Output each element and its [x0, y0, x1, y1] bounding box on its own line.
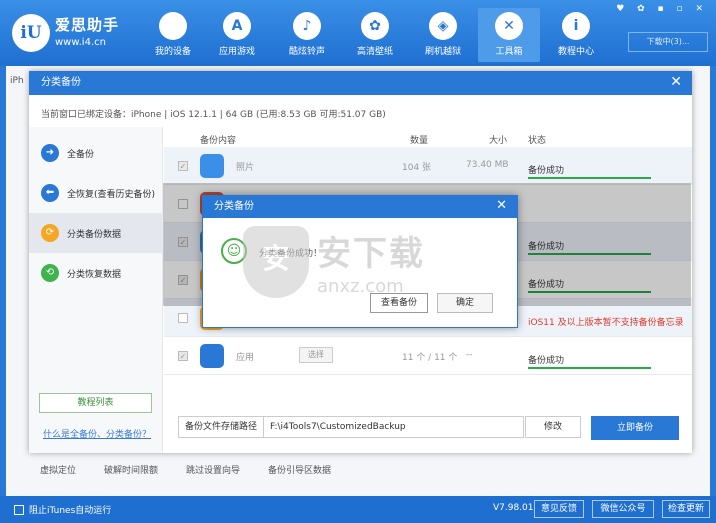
- window-controls[interactable]: ♥ ✿ ▪ ▫ ✕: [616, 4, 708, 14]
- nav-item-flower[interactable]: ✿ 高清壁纸: [344, 8, 406, 62]
- photos-icon: [200, 154, 224, 178]
- device-info: 当前窗口已绑定设备：iPhone | iOS 12.1.1 | 64 GB (已…: [41, 110, 386, 120]
- nav-item-label: 刷机越狱: [424, 47, 461, 57]
- box-icon: ◈: [429, 12, 457, 40]
- table-row[interactable]: ✓ 照片 104 张 73.40 MB 备份成功: [164, 147, 692, 185]
- nav-item-info[interactable]: i 教程中心: [545, 8, 607, 62]
- nav-item-label: 教程中心: [557, 47, 594, 57]
- tool-link[interactable]: 跳过设置向导: [186, 463, 240, 476]
- shield-icon: 安: [243, 226, 309, 298]
- row-size: 73.40 MB: [466, 160, 509, 170]
- feedback-button[interactable]: 意见反馈: [534, 500, 584, 518]
- nav-item-label: 高清壁纸: [356, 47, 393, 57]
- backup-path-value[interactable]: F:\i4Tools7\CustomizedBackup: [270, 417, 406, 437]
- nav-item-box[interactable]: ◈ 刷机越狱: [412, 8, 474, 62]
- sidebar-item-category-restore[interactable]: ⟲ 分类恢复数据: [29, 253, 163, 293]
- tools-icon: ✕: [495, 12, 523, 40]
- watermark-text-cn: 安下载: [317, 234, 425, 274]
- row-checkbox[interactable]: [178, 313, 188, 323]
- download-button[interactable]: 下载中(3)...: [628, 32, 708, 52]
- flower-icon: ✿: [361, 12, 389, 40]
- category-backup-icon: ⟳: [41, 224, 59, 242]
- nav-item-label: 我的设备: [154, 47, 191, 57]
- popup-title: 分类备份: [203, 196, 517, 218]
- background-tab: iPh: [10, 76, 24, 86]
- nav-item-label: 酷炫铃声: [288, 47, 325, 57]
- tool-link[interactable]: 虚拟定位: [40, 463, 76, 476]
- wechat-button[interactable]: 微信公众号: [592, 500, 654, 518]
- nav-item-label: 应用游戏: [218, 47, 255, 57]
- row-checkbox[interactable]: ✓: [178, 161, 188, 171]
- tutorial-list-button[interactable]: 教程列表: [39, 393, 152, 413]
- row-status: 备份成功: [528, 356, 565, 366]
- sidebar-item-label: 分类备份数据: [67, 229, 122, 240]
- arrow-left-icon: ⬅: [41, 184, 59, 202]
- arrow-right-icon: ➜: [41, 144, 59, 162]
- tool-link[interactable]: 破解时间限额: [104, 463, 158, 476]
- row-checkbox[interactable]: ✓: [178, 351, 188, 361]
- brand-name: 爱思助手: [55, 16, 120, 34]
- column-header-size: 大小: [489, 136, 508, 146]
- check-update-button[interactable]: 检查更新: [662, 500, 710, 518]
- column-header-status: 状态: [528, 136, 547, 146]
- what-is-backup-link[interactable]: 什么是全备份、分类备份？: [43, 427, 151, 440]
- tool-link[interactable]: 备份引导区数据: [268, 463, 331, 476]
- row-name: 照片: [236, 163, 255, 173]
- sidebar-item-label: 全备份: [67, 149, 95, 160]
- bell-icon: ♪: [293, 12, 321, 40]
- row-status: 备份成功: [528, 166, 565, 176]
- sidebar-item-label: 全恢复(查看历史备份): [67, 189, 156, 200]
- i4-logo: iU: [12, 14, 50, 52]
- brand-url: www.i4.cn: [55, 37, 106, 48]
- nav-item-apple[interactable]: 我的设备: [142, 8, 204, 62]
- nav-item-tools[interactable]: ✕ 工具箱: [478, 8, 540, 62]
- info-icon: i: [562, 12, 590, 40]
- row-status: iOS11 及以上版本暂不支持备份备忘录: [528, 318, 684, 328]
- row-size: --: [466, 350, 473, 360]
- sidebar-item-full-restore[interactable]: ⬅ 全恢复(查看历史备份): [29, 173, 163, 213]
- dialog-title: 分类备份: [29, 71, 692, 95]
- watermark: 安 安下载 anxz.com: [243, 226, 453, 306]
- sidebar-item-label: 分类恢复数据: [67, 269, 122, 280]
- column-header-count: 数量: [410, 136, 429, 146]
- nav-item-label: 工具箱: [495, 47, 523, 57]
- watermark-text-en: anxz.com: [317, 276, 404, 297]
- nav-item-bell[interactable]: ♪ 酷炫铃声: [276, 8, 338, 62]
- category-restore-icon: ⟲: [41, 264, 59, 282]
- brand: 爱思助手 www.i4.cn: [55, 14, 119, 48]
- select-button[interactable]: 选择: [299, 347, 333, 363]
- app-window: iU 爱思助手 www.i4.cn 我的设备 A 应用游戏 ♪ 酷炫铃声 ✿ 高清壁纸 ◈ 刷机…: [0, 0, 716, 523]
- column-header-content: 备份内容: [200, 136, 237, 146]
- row-count: 104 张: [402, 163, 432, 173]
- backup-now-button[interactable]: 立即备份: [591, 416, 679, 440]
- apple-icon: [159, 12, 187, 40]
- block-itunes-toggle[interactable]: 阻止iTunes自动运行: [14, 503, 111, 516]
- row-name: 应用: [236, 353, 255, 363]
- appstore-icon: [200, 344, 224, 368]
- sidebar-item-category-backup[interactable]: ⟳ 分类备份数据: [29, 213, 163, 253]
- modify-path-button[interactable]: 修改: [525, 416, 581, 438]
- backup-path-label: 备份文件存储路径: [179, 417, 264, 437]
- checkbox-icon[interactable]: [14, 504, 24, 515]
- appstore-icon: A: [223, 12, 251, 40]
- progress-bar: [528, 177, 651, 179]
- sidebar-item-full-backup[interactable]: ➜ 全备份: [29, 133, 163, 173]
- progress-bar: [528, 367, 651, 369]
- block-itunes-label: 阻止iTunes自动运行: [29, 506, 112, 516]
- version-label: V7.98.01: [493, 503, 534, 513]
- background-tool-links: 虚拟定位 破解时间限额 跳过设置向导 备份引导区数据: [40, 463, 331, 476]
- backup-path-bar: 备份文件存储路径 F:\i4Tools7\CustomizedBackup: [178, 416, 524, 438]
- close-icon[interactable]: ✕: [496, 196, 507, 216]
- close-icon[interactable]: ✕: [670, 71, 682, 93]
- status-bar: 阻止iTunes自动运行 V7.98.01 意见反馈 微信公众号 检查更新: [0, 496, 716, 523]
- table-row[interactable]: ✓ 应用 选择 11 个 / 11 个 -- 备份成功: [164, 337, 692, 375]
- top-bar: iU 爱思助手 www.i4.cn 我的设备 A 应用游戏 ♪ 酷炫铃声 ✿ 高清壁纸 ◈ 刷机…: [0, 0, 716, 66]
- row-count: 11 个 / 11 个: [402, 353, 458, 363]
- nav-item-appstore[interactable]: A 应用游戏: [206, 8, 268, 62]
